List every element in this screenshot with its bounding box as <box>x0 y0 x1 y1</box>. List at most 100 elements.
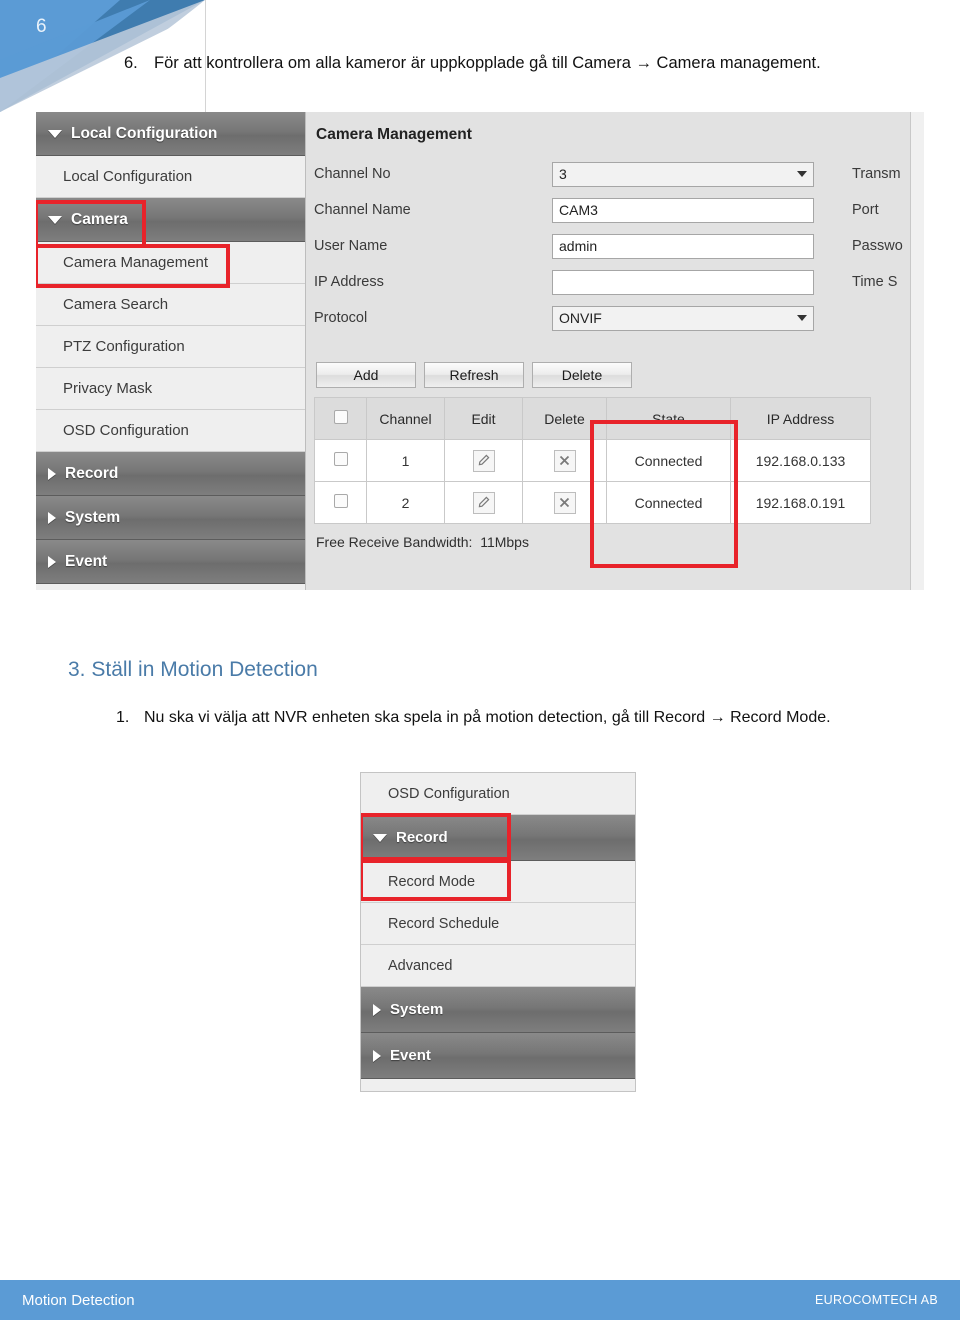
chevron-down-icon <box>797 315 807 321</box>
pencil-icon[interactable] <box>472 491 495 514</box>
intro-step-number: 6. <box>124 54 138 72</box>
sidebar-item-camera-search[interactable]: Camera Search <box>36 284 305 326</box>
sidebar-item-record-mode[interactable]: Record Mode <box>361 861 635 903</box>
row-channel: 1 <box>366 439 445 482</box>
chevron-down-icon <box>797 171 807 177</box>
sidebar-item-label: OSD Configuration <box>63 422 189 439</box>
form-label-password: Passwo <box>852 238 903 254</box>
form-row-channel-no: Channel No 3 Transm <box>314 156 924 192</box>
row-channel: 2 <box>366 481 445 524</box>
triangle-right-icon <box>48 555 56 568</box>
sidebar-group-local-configuration[interactable]: Local Configuration <box>36 112 305 156</box>
table-header-row: Channel Edit Delete State IP Address <box>314 397 871 440</box>
sidebar-item-osd-configuration[interactable]: OSD Configuration <box>361 773 635 815</box>
bandwidth-status: Free Receive Bandwidth: 11Mbps <box>316 534 924 550</box>
sidebar-group-event[interactable]: Event <box>36 540 305 584</box>
protocol-select[interactable]: ONVIF <box>552 305 814 331</box>
sidebar-item-camera-management[interactable]: Camera Management <box>36 242 305 284</box>
delete-button[interactable]: Delete <box>532 362 632 388</box>
checkbox-icon[interactable] <box>333 494 348 508</box>
sidebar-group-label: Event <box>390 1047 431 1064</box>
form-row-ip-address: IP Address Time S <box>314 264 924 300</box>
nvr-sidebar: Local Configuration Local Configuration … <box>36 112 306 590</box>
sidebar-group-system[interactable]: System <box>36 496 305 540</box>
form-label-port: Port <box>852 202 879 218</box>
channel-name-input[interactable]: CAM3 <box>552 197 814 223</box>
add-button[interactable]: Add <box>316 362 416 388</box>
sidebar-group-label: System <box>390 1001 444 1018</box>
camera-list-table: Channel Edit Delete State IP Address 1 C… <box>314 397 871 524</box>
sidebar-item-label: Record Schedule <box>388 915 500 932</box>
row-ip-address: 192.168.0.133 <box>730 439 871 482</box>
form-label: Protocol <box>314 310 368 326</box>
section-step-text: Nu ska vi välja att NVR enheten ska spel… <box>144 709 831 726</box>
ip-address-input[interactable] <box>552 269 814 295</box>
bandwidth-label: Free Receive Bandwidth: <box>316 534 473 550</box>
checkbox-icon[interactable] <box>333 452 348 466</box>
col-select-all[interactable] <box>314 397 367 440</box>
channel-name-value: CAM3 <box>559 202 598 218</box>
channel-no-select[interactable]: 3 <box>552 161 814 187</box>
sidebar-item-osd-configuration[interactable]: OSD Configuration <box>36 410 305 452</box>
page-number: 6 <box>36 16 48 37</box>
row-delete-cell[interactable] <box>522 439 607 482</box>
sidebar-group-record[interactable]: Record <box>36 452 305 496</box>
screenshot-record-menu: OSD Configuration Record Record Mode Rec… <box>360 772 636 1092</box>
pencil-icon[interactable] <box>472 449 495 472</box>
sidebar-item-label: Camera Search <box>63 296 169 313</box>
row-delete-cell[interactable] <box>522 481 607 524</box>
form-row-protocol: Protocol ONVIF <box>314 300 924 336</box>
sidebar-item-label: Advanced <box>388 957 453 974</box>
footer-title: Motion Detection <box>22 1291 135 1309</box>
screenshot-camera-management: Local Configuration Local Configuration … <box>36 112 924 590</box>
sidebar-group-label: Record <box>65 464 119 482</box>
form-label-transmission: Transm <box>852 166 901 182</box>
x-icon[interactable] <box>553 491 576 514</box>
triangle-right-icon <box>48 467 56 480</box>
sidebar-group-event[interactable]: Event <box>361 1033 635 1079</box>
user-name-value: admin <box>559 238 598 254</box>
col-ip-address: IP Address <box>730 397 871 440</box>
triangle-down-icon <box>48 129 62 138</box>
col-state: State <box>606 397 731 440</box>
pane-scrollbar[interactable] <box>910 112 924 590</box>
sidebar-item-label: Local Configuration <box>63 168 193 185</box>
row-checkbox-cell[interactable] <box>314 439 367 482</box>
triangle-down-icon <box>373 833 387 842</box>
row-edit-cell[interactable] <box>444 481 523 524</box>
footer-company: EUROCOMTECH AB <box>815 1293 938 1307</box>
triangle-right-icon <box>48 511 56 524</box>
x-icon[interactable] <box>553 449 576 472</box>
channel-no-value: 3 <box>559 166 567 182</box>
sidebar-group-camera[interactable]: Camera <box>36 198 305 242</box>
sidebar-item-label: Record Mode <box>388 873 476 890</box>
refresh-button[interactable]: Refresh <box>424 362 524 388</box>
checkbox-icon[interactable] <box>333 410 348 424</box>
table-row[interactable]: 1 Connected 192.168.0.133 <box>314 439 871 482</box>
sidebar-item-local-configuration[interactable]: Local Configuration <box>36 156 305 198</box>
sidebar-item-privacy-mask[interactable]: Privacy Mask <box>36 368 305 410</box>
row-state: Connected <box>606 439 731 482</box>
sidebar-group-label: Camera <box>71 210 128 228</box>
sidebar-item-advanced[interactable]: Advanced <box>361 945 635 987</box>
sidebar-item-label: OSD Configuration <box>388 785 510 802</box>
sidebar-group-record[interactable]: Record <box>361 815 635 861</box>
sidebar-item-record-schedule[interactable]: Record Schedule <box>361 903 635 945</box>
sidebar-group-label: System <box>65 508 121 526</box>
row-ip-address: 192.168.0.191 <box>730 481 871 524</box>
section-step-number: 1. <box>116 709 130 726</box>
sidebar-group-label: Record <box>396 829 448 846</box>
sidebar-group-label: Local Configuration <box>71 124 218 142</box>
row-edit-cell[interactable] <box>444 439 523 482</box>
camera-form: Channel No 3 Transm Channel Name CAM3 Po… <box>314 156 924 336</box>
row-checkbox-cell[interactable] <box>314 481 367 524</box>
sidebar-item-label: PTZ Configuration <box>63 338 185 355</box>
table-row[interactable]: 2 Connected 192.168.0.191 <box>314 481 871 524</box>
user-name-input[interactable]: admin <box>552 233 814 259</box>
form-label: Channel No <box>314 166 391 182</box>
form-label: Channel Name <box>314 202 411 218</box>
sidebar-item-label: Camera Management <box>63 254 209 271</box>
sidebar-group-system[interactable]: System <box>361 987 635 1033</box>
sidebar-item-ptz-configuration[interactable]: PTZ Configuration <box>36 326 305 368</box>
col-delete: Delete <box>522 397 607 440</box>
